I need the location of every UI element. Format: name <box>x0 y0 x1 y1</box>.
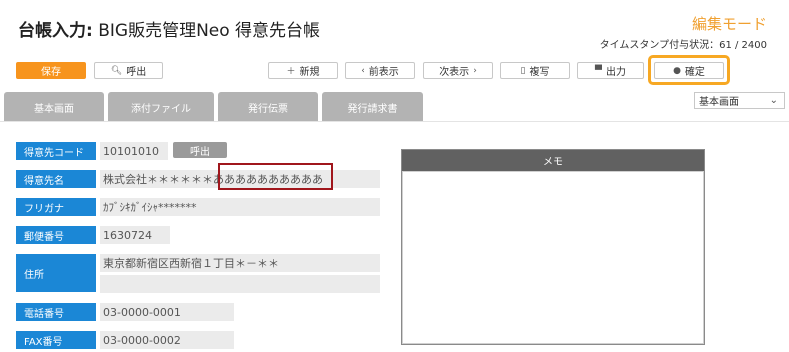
timestamp-status: タイムスタンプ付与状況：61 / 2400 <box>599 40 767 51</box>
customer-code-label: 得意先コード <box>16 142 96 160</box>
phone-label: 電話番号 <box>16 303 96 321</box>
call-toolbar-button[interactable]: 🔍︎ 呼出 <box>94 62 163 79</box>
call-toolbar-label: 呼出 <box>126 67 147 78</box>
tab-attachments[interactable]: 添付ファイル <box>108 92 214 122</box>
annotation-highlight-box <box>218 163 333 190</box>
memo-panel: メモ <box>401 149 705 345</box>
edit-mode-indicator: 編集モード <box>691 15 767 33</box>
confirm-highlight-ring <box>648 55 730 85</box>
next-button-label: 次表示 <box>439 67 470 78</box>
prev-button-label: 前表示 <box>368 67 399 78</box>
chevron-down-icon: ⌄ <box>769 95 778 106</box>
page-title: 台帳入力: BIG販売管理Neo 得意先台帳 <box>18 16 320 41</box>
new-button-label: 新規 <box>299 67 320 78</box>
memo-title: メモ <box>402 150 704 171</box>
tab-divider <box>0 121 789 122</box>
next-button[interactable]: 次表示 › <box>423 62 493 79</box>
save-button-label: 保存 <box>41 67 61 78</box>
plus-icon: ＋ <box>286 67 296 77</box>
print-button-label: 出力 <box>605 67 626 78</box>
call-customer-button[interactable]: 呼出 <box>173 142 227 158</box>
furigana-field[interactable]: ｶﾌﾞｼｷｶﾞｲｼｬ******* <box>100 198 380 216</box>
search-icon: 🔍︎ <box>110 65 123 76</box>
fax-field[interactable]: 03-0000-0002 <box>100 331 234 349</box>
chevron-left-icon: ‹ <box>361 65 365 76</box>
furigana-label: フリガナ <box>16 198 96 216</box>
customer-code-field[interactable]: 10101010 <box>100 142 168 160</box>
new-button[interactable]: ＋ 新規 <box>268 62 338 79</box>
tab-issued-slips-label: 発行伝票 <box>248 103 288 115</box>
postal-code-field[interactable]: 1630724 <box>100 226 170 244</box>
copy-button-label: 複写 <box>529 67 550 78</box>
address-line1-field[interactable]: 東京都新宿区西新宿１丁目＊－＊＊ <box>100 254 380 272</box>
tab-issued-slips[interactable]: 発行伝票 <box>218 92 318 122</box>
copy-icon: ▯ <box>520 65 526 76</box>
print-button[interactable]: ▀ 出力 <box>577 62 644 79</box>
memo-textarea[interactable] <box>402 171 704 344</box>
view-select[interactable]: 基本画面 ⌄ <box>694 92 785 109</box>
customer-name-label: 得意先名 <box>16 170 96 188</box>
chevron-right-icon: › <box>473 65 477 76</box>
copy-button[interactable]: ▯ 複写 <box>500 62 570 79</box>
prev-button[interactable]: ‹ 前表示 <box>345 62 415 79</box>
fax-label: FAX番号 <box>16 331 96 349</box>
postal-code-label: 郵便番号 <box>16 226 96 244</box>
page-title-main: BIG販売管理Neo 得意先台帳 <box>92 21 321 41</box>
view-select-value: 基本画面 <box>699 97 739 108</box>
tab-issued-invoices[interactable]: 発行請求書 <box>322 92 423 122</box>
phone-field[interactable]: 03-0000-0001 <box>100 303 234 321</box>
address-line2-field[interactable] <box>100 275 380 293</box>
save-button[interactable]: 保存 <box>16 62 86 79</box>
tab-basic[interactable]: 基本画面 <box>4 92 104 122</box>
address-label: 住所 <box>16 254 96 292</box>
tab-basic-label: 基本画面 <box>34 103 74 115</box>
tab-issued-invoices-label: 発行請求書 <box>347 103 398 115</box>
printer-icon: ▀ <box>595 65 602 76</box>
page-header: 台帳入力: BIG販売管理Neo 得意先台帳 編集モード タイムスタンプ付与状況… <box>0 0 789 57</box>
tab-attachments-label: 添付ファイル <box>131 103 191 115</box>
page-title-prefix: 台帳入力: <box>18 21 93 41</box>
